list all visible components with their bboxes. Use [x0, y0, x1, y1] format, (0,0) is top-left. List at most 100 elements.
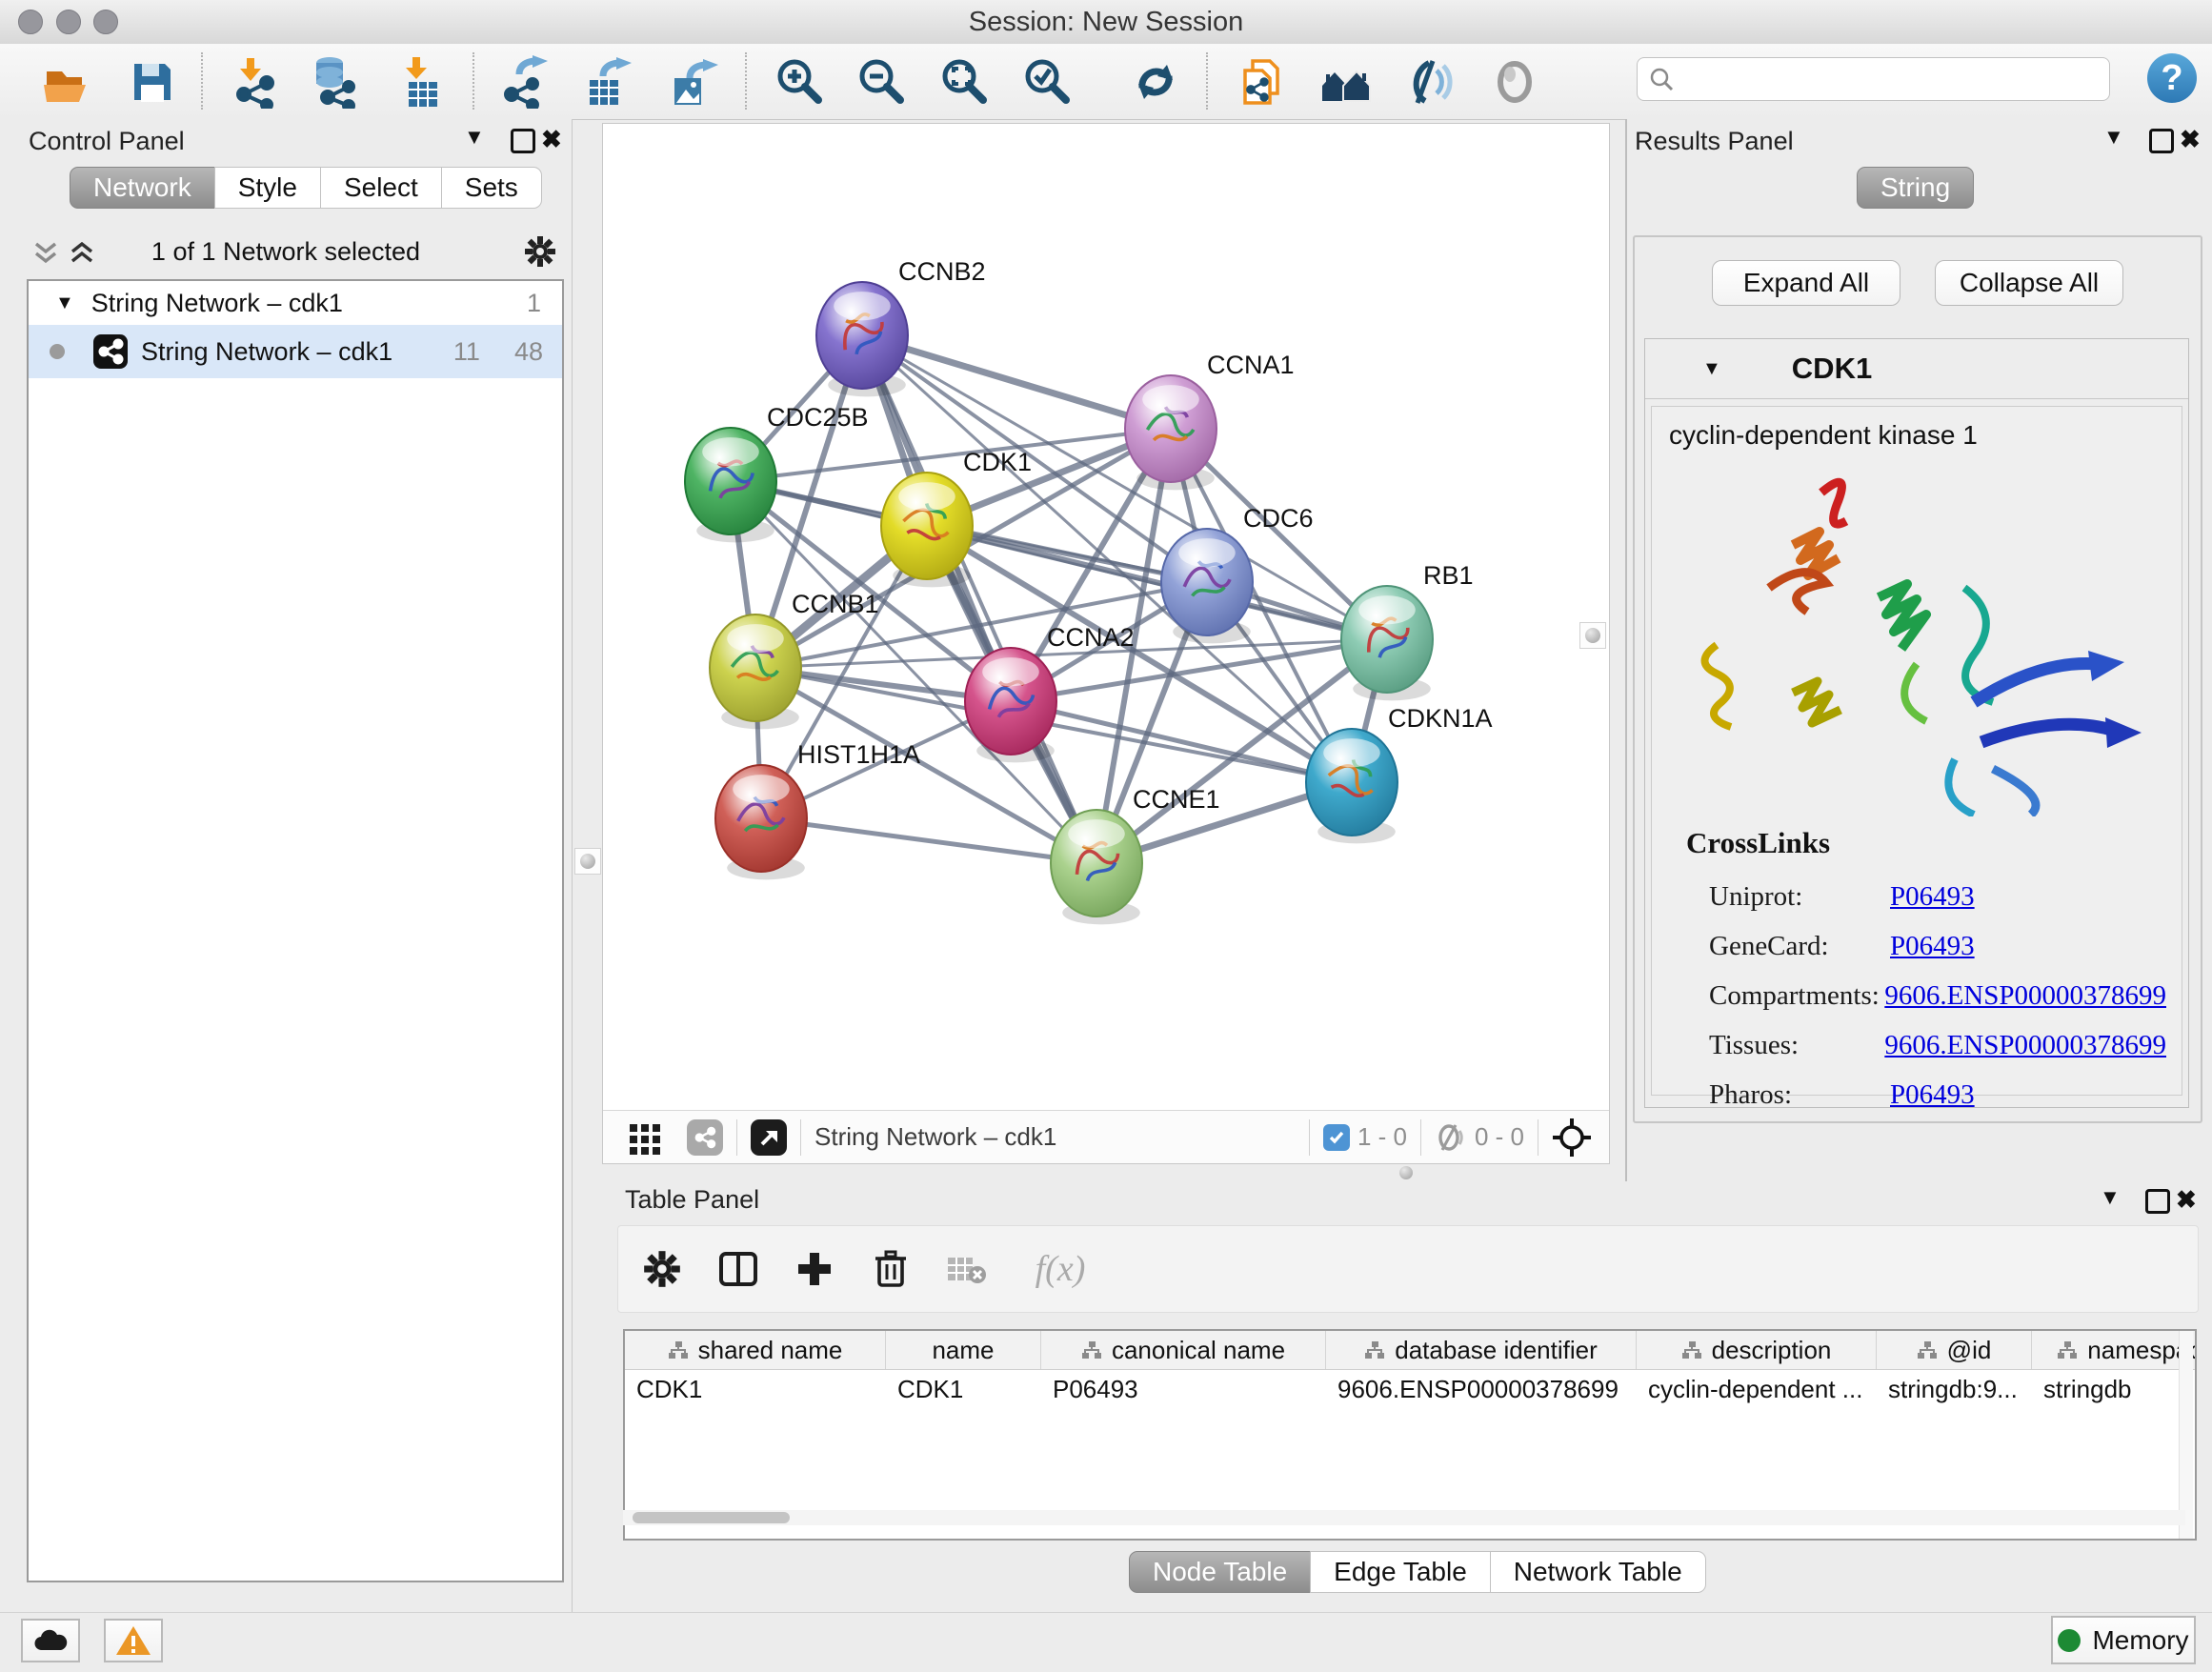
show-home-button[interactable]	[1318, 54, 1374, 110]
tab-sets[interactable]: Sets	[441, 167, 542, 209]
collapse-all-button[interactable]: Collapse All	[1935, 260, 2123, 306]
control-panel-close-icon[interactable]: ✖	[541, 125, 562, 154]
toolbar-search[interactable]	[1637, 57, 2110, 101]
export-image-button[interactable]	[664, 54, 719, 110]
bottom-splitter-handle[interactable]	[1393, 1166, 1419, 1179]
node-CCNB2[interactable]: CCNB2	[816, 257, 986, 396]
table-cell[interactable]: stringdb	[2032, 1370, 2197, 1408]
import-network-file-button[interactable]	[230, 54, 285, 110]
column-header-description[interactable]: description	[1637, 1331, 1877, 1369]
edge-HIST1H1A-CCNE1[interactable]	[761, 818, 1096, 863]
table-vertical-scrollbar[interactable]	[2179, 1331, 2193, 1539]
tab-network[interactable]: Network	[70, 167, 215, 209]
node-CCNB1[interactable]: CCNB1	[710, 590, 879, 729]
section-expander-icon[interactable]: ▼	[1702, 358, 1721, 380]
select-columns-button[interactable]	[717, 1248, 759, 1290]
column-header-canonical-name[interactable]: canonical name	[1041, 1331, 1326, 1369]
network-canvas[interactable]: CCNB2CCNA1CDC25BCDK1CDC6RB1CCNB1CCNA2CDK…	[603, 124, 1609, 1111]
add-column-button[interactable]	[794, 1248, 835, 1290]
tree-expander-icon[interactable]: ▼	[55, 292, 74, 314]
protein-section-header[interactable]: ▼ CDK1	[1645, 339, 2188, 399]
selected-nodes-checkbox[interactable]	[1323, 1124, 1350, 1151]
node-RB1[interactable]: RB1	[1341, 561, 1474, 700]
table-panel-close-icon[interactable]: ✖	[2176, 1185, 2197, 1215]
show-all-button[interactable]	[1487, 54, 1542, 110]
export-network-button[interactable]	[497, 54, 553, 110]
table-panel-float-icon[interactable]	[2145, 1189, 2170, 1214]
column-header-id[interactable]: @id	[1877, 1331, 2032, 1369]
export-table-button[interactable]	[579, 54, 634, 110]
zoom-selected-button[interactable]	[1020, 54, 1076, 110]
results-panel-menu-icon[interactable]: ▼	[2103, 125, 2124, 150]
crosslink-link[interactable]: 9606.ENSP00000378699	[1884, 1030, 2166, 1061]
table-cell[interactable]: 9606.ENSP00000378699	[1326, 1370, 1637, 1408]
table-cell[interactable]: P06493	[1041, 1370, 1326, 1408]
function-builder-button[interactable]: f(x)	[1022, 1248, 1098, 1290]
table-cell[interactable]: stringdb:9...	[1877, 1370, 2032, 1408]
tab-edge-table[interactable]: Edge Table	[1310, 1551, 1491, 1593]
tab-node-table[interactable]: Node Table	[1129, 1551, 1311, 1593]
hide-selected-button[interactable]	[1399, 54, 1455, 110]
zoom-in-button[interactable]	[773, 54, 828, 110]
crosslink-link[interactable]: P06493	[1890, 931, 1975, 962]
toolbar-separator	[473, 52, 474, 110]
edge-CCNB2-CCNA1[interactable]	[862, 335, 1171, 429]
column-header-namespace[interactable]: namespace	[2032, 1331, 2197, 1369]
table-horizontal-scrollbar[interactable]	[623, 1510, 2185, 1525]
column-header-database-identifier[interactable]: database identifier	[1326, 1331, 1637, 1369]
clone-network-button[interactable]	[1235, 54, 1290, 110]
open-file-button[interactable]	[38, 54, 93, 110]
table-cell[interactable]: CDK1	[625, 1370, 886, 1408]
column-source-icon	[1364, 1340, 1385, 1360]
delete-column-button[interactable]	[870, 1248, 912, 1290]
table-panel-menu-icon[interactable]: ▼	[2100, 1185, 2121, 1210]
control-panel-menu-icon[interactable]: ▼	[464, 125, 485, 150]
column-header-shared-name[interactable]: shared name	[625, 1331, 886, 1369]
delete-table-button[interactable]	[946, 1248, 988, 1290]
node-CDK1[interactable]: CDK1	[881, 448, 1032, 587]
column-label: description	[1712, 1336, 1832, 1365]
import-network-database-button[interactable]	[310, 54, 365, 110]
node-CDC6[interactable]: CDC6	[1161, 504, 1314, 643]
network-tree-child-row[interactable]: String Network – cdk1 11 48	[29, 325, 562, 378]
edge-CCNB2-CCNE1[interactable]	[862, 335, 1096, 863]
birdseye-crosshair-icon[interactable]	[1552, 1118, 1592, 1158]
table-settings-button[interactable]	[641, 1248, 683, 1290]
node-CCNE1[interactable]: CCNE1	[1051, 785, 1220, 924]
tab-select[interactable]: Select	[320, 167, 442, 209]
node-CDKN1A[interactable]: CDKN1A	[1306, 704, 1493, 843]
import-table-button[interactable]	[394, 54, 450, 110]
memory-button[interactable]: Memory	[2051, 1616, 2196, 1664]
warnings-button[interactable]	[104, 1619, 163, 1662]
crosslink-link[interactable]: P06493	[1890, 1079, 1975, 1111]
table-row[interactable]: CDK1CDK1P064939606.ENSP00000378699cyclin…	[625, 1370, 2195, 1408]
network-options-gear-icon[interactable]	[524, 235, 556, 268]
cloud-services-button[interactable]	[21, 1619, 80, 1662]
column-header-name[interactable]: name	[886, 1331, 1041, 1369]
save-session-button[interactable]	[125, 54, 180, 110]
right-splitter-handle[interactable]	[1579, 622, 1606, 649]
crosslink-link[interactable]: P06493	[1890, 881, 1975, 913]
node-CDC25B[interactable]: CDC25B	[685, 403, 869, 542]
table-cell[interactable]: cyclin-dependent ...	[1637, 1370, 1877, 1408]
help-button[interactable]: ?	[2147, 53, 2197, 103]
results-panel-float-icon[interactable]	[2149, 129, 2174, 153]
tab-network-table[interactable]: Network Table	[1490, 1551, 1706, 1593]
crosslink-link[interactable]: 9606.ENSP00000378699	[1884, 980, 2166, 1012]
detach-view-icon[interactable]	[751, 1119, 787, 1156]
apply-layout-button[interactable]	[1128, 54, 1183, 110]
zoom-fit-button[interactable]	[937, 54, 993, 110]
network-tree-root-row[interactable]: ▼ String Network – cdk1 1	[29, 281, 562, 325]
control-panel-float-icon[interactable]	[511, 129, 535, 153]
results-panel-close-icon[interactable]: ✖	[2180, 125, 2201, 154]
tab-style[interactable]: Style	[214, 167, 321, 209]
network-share-view-icon[interactable]	[687, 1119, 723, 1156]
grid-view-icon[interactable]	[628, 1120, 662, 1155]
node-HIST1H1A[interactable]: HIST1H1A	[715, 740, 920, 879]
tab-string[interactable]: String	[1857, 167, 1974, 209]
zoom-out-button[interactable]	[855, 54, 910, 110]
left-splitter-handle[interactable]	[574, 848, 601, 875]
search-input[interactable]	[1683, 64, 2109, 95]
expand-all-button[interactable]: Expand All	[1712, 260, 1900, 306]
table-cell[interactable]: CDK1	[886, 1370, 1041, 1408]
